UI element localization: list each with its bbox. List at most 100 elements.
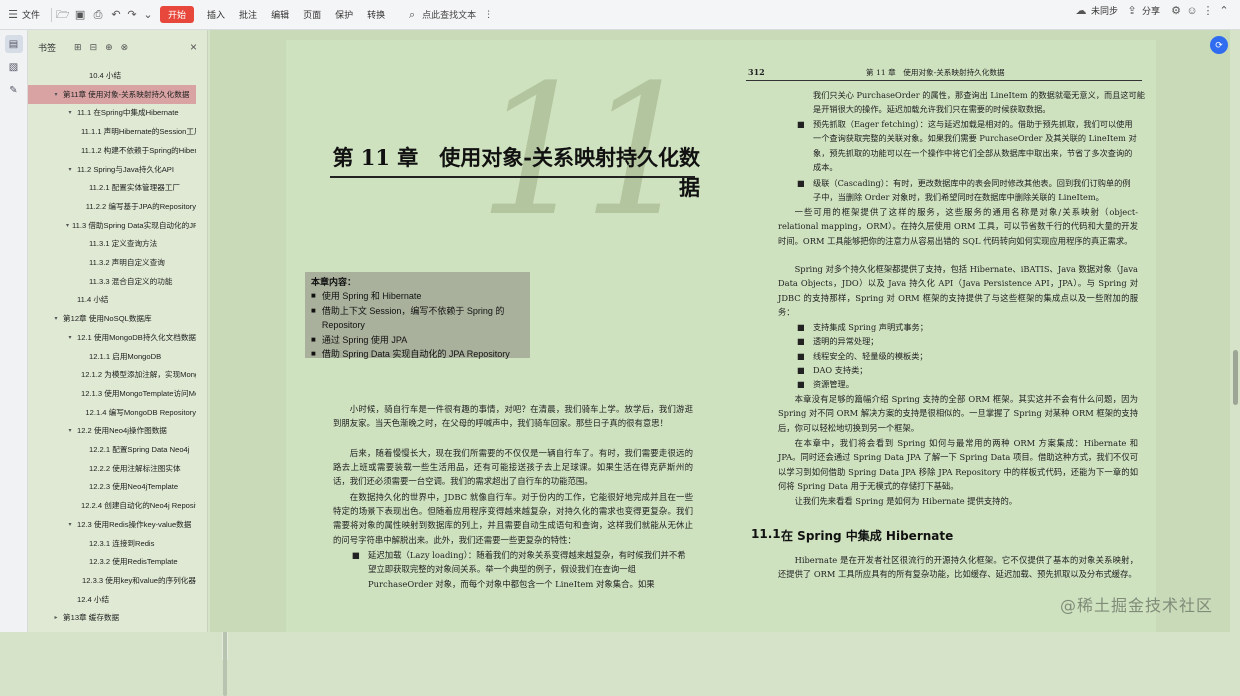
sidebar-item[interactable]: 12.1.1 启用MongoDB xyxy=(28,347,196,366)
expand-arrow-icon[interactable]: ▾ xyxy=(66,427,74,434)
sidebar-item[interactable]: 12.1.4 编写MongoDB Repository xyxy=(28,403,196,422)
sidebar-item[interactable]: 11.1.2 构建不依赖于Spring的Hibernate代码 xyxy=(28,141,196,160)
delete-bookmark-icon[interactable]: ⊗ xyxy=(121,42,129,53)
sidebar-item-label: 12.2.2 使用注解标注图实体 xyxy=(89,463,181,473)
expand-arrow-icon[interactable]: ▾ xyxy=(66,222,69,229)
sidebar-item[interactable]: 10.4 小结 xyxy=(28,66,196,85)
sidebar-item[interactable]: 12.3.1 连接到Redis xyxy=(28,534,196,553)
sidebar-item[interactable]: ▾ 11.3 借助Spring Data实现自动化的JPA xyxy=(28,216,196,235)
collapse-all-icon[interactable]: ⊟ xyxy=(90,42,98,53)
feature-list: ■ 支持集成 Spring 声明式事务； ■ 透明的异常处理； ■ 线程安全的、… xyxy=(797,320,1137,391)
sync-status[interactable]: 未同步 xyxy=(1091,4,1118,17)
sidebar-item[interactable]: 11.4 小结 xyxy=(28,290,196,309)
chevron-down-icon[interactable]: ⌄ xyxy=(142,9,154,21)
tab-insert[interactable]: 插入 xyxy=(200,4,232,26)
sidebar-item[interactable]: 12.2.4 创建自动化的Neo4j Repository xyxy=(28,496,196,515)
summary-item: ■ 使用 Spring 和 Hibernate xyxy=(311,291,422,302)
redo-icon[interactable]: ↷ xyxy=(126,9,138,21)
sidebar-item[interactable]: ▾ 11.1 在Spring中集成Hibernate xyxy=(28,103,196,122)
body-paragraph: 后来，随着慢慢长大，现在我们所需要的不仅仅是一辆自行车了。有时，我们需要走很远的… xyxy=(333,448,693,487)
sidebar-item[interactable]: ▾ 第12章 使用NoSQL数据库 xyxy=(28,309,196,328)
settings-icon[interactable]: ⚙ xyxy=(1170,5,1182,17)
sidebar-item[interactable]: 12.1.2 为模型添加注解，实现MongoDB持久化 xyxy=(28,365,196,384)
chapter-summary-box: 本章内容： ■ 使用 Spring 和 Hibernate ■ 借助上下文 Sess… xyxy=(305,272,530,359)
sidebar-item[interactable]: 12.2.1 配置Spring Data Neo4j xyxy=(28,440,196,459)
sidebar-item[interactable]: 11.1.1 声明Hibernate的Session工厂 xyxy=(28,122,196,141)
sidebar-item-label: 11.2 Spring与Java持久化API xyxy=(77,164,174,174)
expand-arrow-icon[interactable]: ▾ xyxy=(66,521,74,528)
tab-convert[interactable]: 转换 xyxy=(360,4,392,26)
document-scroll-thumb[interactable] xyxy=(1233,350,1238,405)
bullet-lazy-loading: ■ 延迟加载（Lazy loading）：随着我们的对象关系变得越来越复杂，有时候… xyxy=(352,550,686,589)
sidebar-item[interactable]: ▾ 12.2 使用Neo4j操作图数据 xyxy=(28,421,196,440)
body-paragraph: Spring 对多个持久化框架都提供了支持，包括 Hibernate、iBATI… xyxy=(778,264,1138,317)
sidebar-item-label: 第11章 使用对象-关系映射持久化数据 xyxy=(63,89,190,99)
sidebar-item-label: 12.2.1 配置Spring Data Neo4j xyxy=(89,445,190,454)
sidebar-item-label: 12.3.2 使用RedisTemplate xyxy=(89,557,178,567)
expand-arrow-icon[interactable]: ▾ xyxy=(52,91,60,98)
sidebar-item-label: 12.3 使用Redis操作key-value数据 xyxy=(77,519,192,529)
expand-arrow-icon[interactable]: ▾ xyxy=(66,109,74,116)
sidebar-item[interactable]: ▾ 12.3 使用Redis操作key-value数据 xyxy=(28,515,196,534)
sidebar-item-label: 11.2.1 配置实体管理器工厂 xyxy=(89,183,181,193)
chapter-title: 第 11 章 使用对象-关系映射持久化数据 xyxy=(332,145,700,200)
sidebar-item[interactable]: 12.2.2 使用注解标注图实体 xyxy=(28,459,196,478)
expand-all-icon[interactable]: ⊞ xyxy=(74,42,82,53)
bookmark-panel-icon[interactable]: ▤ xyxy=(4,35,23,53)
sidebar-item[interactable]: ▾ 12.1 使用MongoDB持久化文档数据 xyxy=(28,328,196,347)
feature-item: ■ DAO 支持类； xyxy=(797,364,868,375)
bullet-continuation: 我们只关心 PurchaseOrder 的属性，那查询出 LineItem 的数… xyxy=(813,90,1145,115)
sidebar-item-label: 第13章 缓存数据 xyxy=(63,613,120,623)
open-folder-icon[interactable]: 🗁 xyxy=(56,9,70,21)
sidebar-item[interactable]: 11.3.1 定义查询方法 xyxy=(28,234,196,253)
tab-protect[interactable]: 保护 xyxy=(328,4,360,26)
tab-page[interactable]: 页面 xyxy=(296,4,328,26)
sidebar-item-label: 11.2.2 编写基于JPA的Repository xyxy=(85,201,196,211)
bookmark-tree: 10.4 小结 ▾ 第11章 使用对象-关系映射持久化数据 ▾ 11.1 在Spring… xyxy=(28,66,200,632)
theme-icon[interactable]: ☺ xyxy=(1186,5,1198,17)
body-paragraph: Hibernate 是在开发者社区很流行的开源持久化框架。它不仅提供了基本的对象… xyxy=(778,555,1138,580)
sidebar-item[interactable]: 12.2.3 使用Neo4jTemplate xyxy=(28,477,196,496)
sidebar-item[interactable]: 11.3.3 混合自定义的功能 xyxy=(28,272,196,291)
more-options-icon[interactable]: ⋮ xyxy=(1202,5,1214,17)
sidebar-item-label: 11.3 借助Spring Data实现自动化的JPA xyxy=(72,220,196,230)
sidebar-item[interactable]: 11.3.2 声明自定义查询 xyxy=(28,253,196,272)
sidebar-item[interactable]: ▾ 11.2 Spring与Java持久化API xyxy=(28,160,196,179)
sidebar-item[interactable]: 11.2.1 配置实体管理器工厂 xyxy=(28,178,196,197)
save-icon[interactable]: ▣ xyxy=(74,9,86,21)
sidebar-item[interactable]: 11.2.2 编写基于JPA的Repository xyxy=(28,197,196,216)
toolbar-right: ☁ 未同步 ⇪ 分享 ⚙ ☺ ⋮ ⌃ xyxy=(1075,4,1230,17)
annotation-panel-icon[interactable]: ✎ xyxy=(5,81,23,99)
sidebar-item-label: 12.2.4 创建自动化的Neo4j Repository xyxy=(81,501,196,511)
document-scrollbar[interactable] xyxy=(1232,30,1240,632)
file-menu-button[interactable]: ☰ 文件 xyxy=(0,4,47,26)
sidebar-item[interactable]: ▸ 第13章 缓存数据 xyxy=(28,608,196,627)
sidebar-item-label: 12.2.3 使用Neo4jTemplate xyxy=(89,482,179,492)
thumbnail-panel-icon[interactable]: ▧ xyxy=(5,58,23,76)
expand-arrow-icon[interactable]: ▾ xyxy=(66,166,74,173)
print-icon[interactable]: ⎙ xyxy=(92,9,104,21)
close-icon[interactable]: × xyxy=(190,40,197,54)
sidebar-item[interactable]: 12.1.3 使用MongoTemplate访问MongoDB xyxy=(28,384,196,403)
tab-annotate[interactable]: 批注 xyxy=(232,4,264,26)
add-bookmark-icon[interactable]: ⊕ xyxy=(105,42,113,53)
float-action-button[interactable]: ⟳ xyxy=(1210,36,1228,54)
undo-icon[interactable]: ↶ xyxy=(110,9,122,21)
expand-arrow-icon[interactable]: ▾ xyxy=(66,334,74,341)
expand-arrow-icon[interactable]: ▸ xyxy=(52,614,60,621)
sidebar-item-label: 11.1 在Spring中集成Hibernate xyxy=(77,108,179,118)
collapse-icon[interactable]: ⌃ xyxy=(1218,5,1230,17)
share-icon: ⇪ xyxy=(1127,4,1137,17)
sidebar-item-label: 12.3.3 使用key和value的序列化器 xyxy=(82,575,196,585)
tab-edit[interactable]: 编辑 xyxy=(264,4,296,26)
sidebar-item[interactable]: ▾ 第11章 使用对象-关系映射持久化数据 xyxy=(28,84,196,104)
sidebar-item-label: 12.1.1 启用MongoDB xyxy=(89,351,162,361)
summary-item: ■ 通过 Spring 使用 JPA xyxy=(311,334,408,345)
search-text-box[interactable]: ⌕ 点此查找文本 ⋮ xyxy=(400,8,499,21)
sidebar-item[interactable]: 12.3.3 使用key和value的序列化器 xyxy=(28,571,196,590)
share-button[interactable]: 分享 xyxy=(1142,4,1160,17)
sidebar-item[interactable]: 12.3.2 使用RedisTemplate xyxy=(28,552,196,571)
expand-arrow-icon[interactable]: ▾ xyxy=(52,315,60,322)
sidebar-item[interactable]: 12.4 小结 xyxy=(28,590,196,609)
tab-start[interactable]: 开始 xyxy=(160,6,195,23)
